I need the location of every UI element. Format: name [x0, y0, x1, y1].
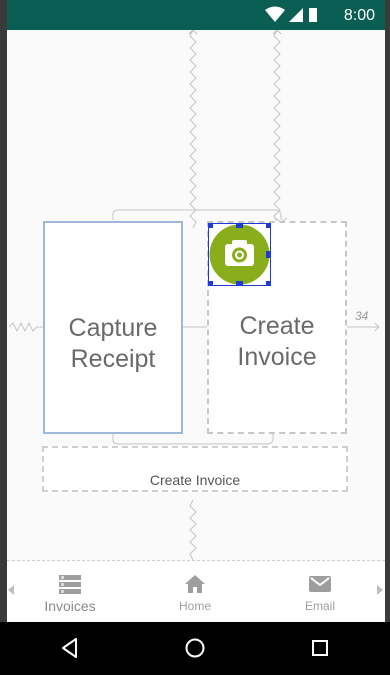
status-icons — [265, 6, 317, 22]
create-invoice-button[interactable]: Create Invoice — [42, 446, 348, 492]
capture-receipt-label: Capture Receipt — [68, 314, 158, 373]
bottom-navigation: Invoices Home Email — [7, 560, 385, 621]
home-icon — [185, 575, 205, 593]
email-icon — [309, 576, 331, 592]
vertical-constraint-right — [272, 30, 282, 223]
signal-icon — [289, 8, 303, 22]
nav-item-invoices[interactable]: Invoices — [20, 561, 120, 621]
status-time: 8:00 — [343, 7, 375, 24]
camera-fab[interactable] — [208, 223, 271, 286]
list-icon — [59, 575, 81, 594]
nav-item-home[interactable]: Home — [145, 561, 245, 621]
create-invoice-button-label: Create Invoice — [149, 472, 241, 488]
nav-label-home: Home — [178, 599, 211, 613]
chevron-left-icon — [8, 585, 14, 595]
nav-label-invoices: Invoices — [44, 598, 96, 614]
system-navigation-bar — [0, 622, 390, 675]
layout-canvas: 34 Capture Receipt Create Invoice Create… — [7, 30, 385, 560]
status-bar: 8:00 — [7, 0, 385, 30]
create-invoice-card-label: Create Invoice — [237, 312, 317, 371]
nav-label-email: Email — [304, 599, 335, 613]
battery-icon — [309, 8, 317, 22]
home-circle-icon[interactable] — [183, 636, 207, 660]
chevron-right-icon — [377, 585, 383, 595]
app-frame: 8:00 34 Capture Receipt Create Invoice C… — [7, 0, 385, 675]
nav-item-email[interactable]: Email — [270, 561, 370, 621]
back-icon[interactable] — [58, 636, 82, 660]
margin-34-label: 34 — [355, 309, 369, 323]
capture-receipt-button[interactable]: Capture Receipt — [43, 221, 183, 434]
wifi-icon — [265, 6, 285, 22]
recents-icon[interactable] — [308, 636, 332, 660]
